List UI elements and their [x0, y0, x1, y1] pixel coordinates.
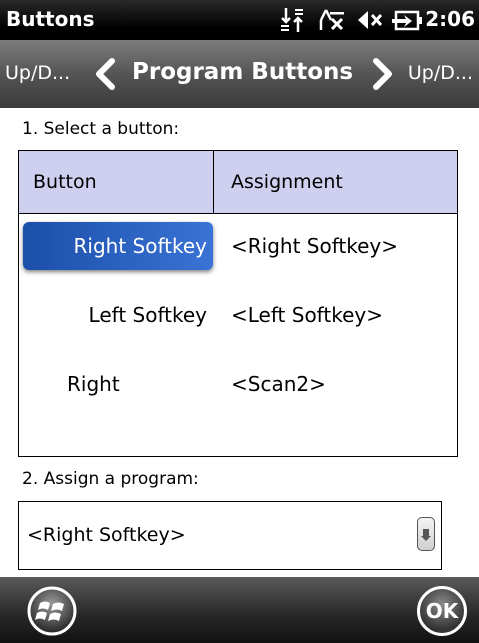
app-title: Buttons — [6, 7, 95, 31]
chevron-right-icon[interactable] — [370, 57, 396, 91]
button-name: Right — [67, 372, 120, 396]
dropdown-toggle[interactable] — [417, 517, 435, 551]
bottom-bar: OK — [0, 577, 479, 643]
page-title: Program Buttons — [132, 59, 354, 85]
volume-muted-icon — [358, 11, 383, 29]
column-divider — [213, 151, 214, 213]
windows-start-icon[interactable] — [26, 585, 78, 637]
column-header-assignment[interactable]: Assignment — [231, 171, 343, 193]
battery-charging-icon — [392, 10, 422, 31]
column-header-button[interactable]: Button — [33, 171, 97, 193]
program-select[interactable]: <Right Softkey> — [18, 501, 442, 570]
previous-page-link[interactable]: Up/D... — [5, 62, 70, 84]
assignment-cell[interactable]: <Scan2> — [231, 372, 326, 396]
button-cell-selected[interactable]: Right Softkey — [23, 222, 213, 270]
no-signal-icon — [319, 9, 344, 31]
assignment-cell[interactable]: <Left Softkey> — [231, 303, 383, 327]
table-header: Button Assignment — [19, 151, 457, 214]
program-select-value: <Right Softkey> — [27, 524, 186, 546]
status-bar: Buttons 2:06 — [0, 0, 479, 40]
table-row[interactable]: Left Softkey <Left Softkey> — [19, 282, 457, 342]
table-row[interactable]: Right Softkey <Right Softkey> — [19, 213, 457, 273]
button-name: Right Softkey — [73, 234, 208, 258]
step2-label: 2. Assign a program: — [22, 469, 199, 489]
clock[interactable]: 2:06 — [425, 7, 475, 31]
ok-button[interactable]: OK — [417, 586, 467, 636]
table-row[interactable]: Right <Scan2> — [19, 351, 457, 411]
page-navigation: Up/D... Program Buttons Up/D... — [0, 40, 479, 108]
button-name: Left Softkey — [88, 303, 207, 327]
step1-label: 1. Select a button: — [22, 119, 180, 139]
data-connection-icon — [281, 8, 303, 32]
button-cell[interactable]: Left Softkey — [23, 291, 213, 339]
chevron-down-icon — [421, 529, 431, 541]
button-cell[interactable]: Right — [23, 360, 213, 408]
assignment-cell[interactable]: <Right Softkey> — [231, 234, 398, 258]
chevron-left-icon[interactable] — [92, 57, 118, 91]
next-page-link[interactable]: Up/D... — [408, 62, 473, 84]
button-list: Button Assignment Right Softkey <Right S… — [18, 150, 458, 457]
